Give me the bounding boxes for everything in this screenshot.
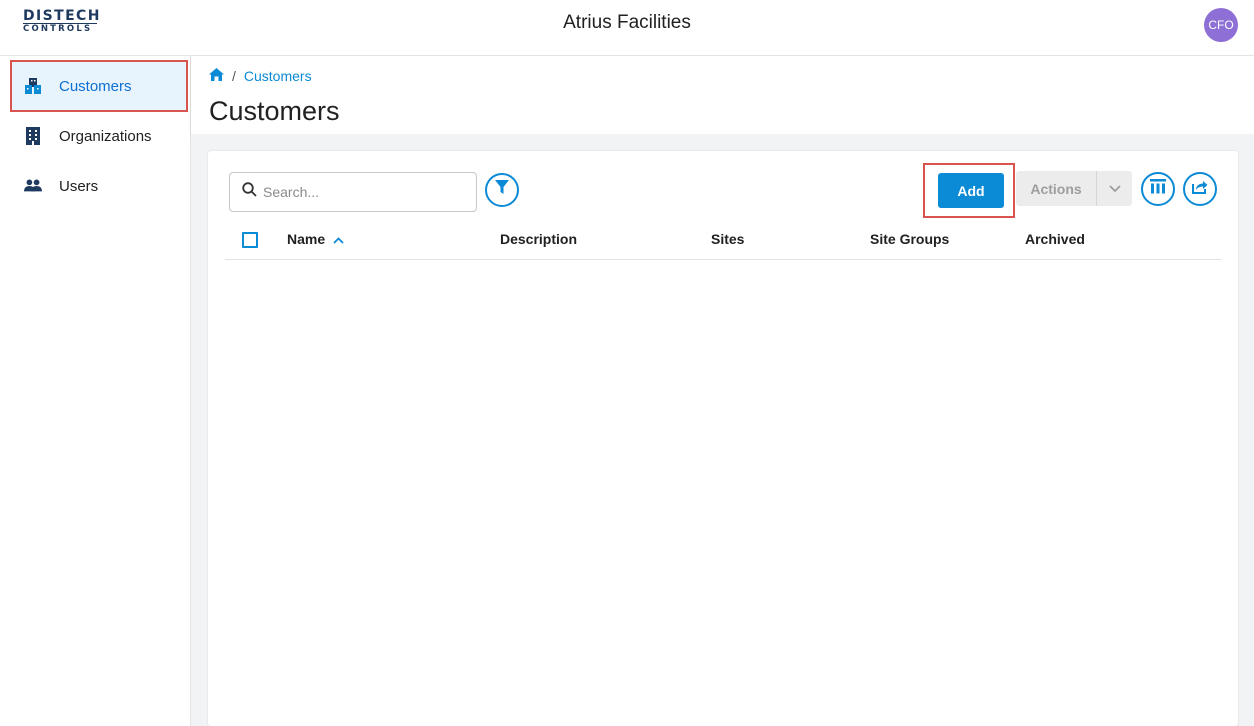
search-icon <box>242 182 257 202</box>
sidebar: Customers Organizations Users <box>0 56 191 726</box>
app-title: Atrius Facilities <box>563 12 691 33</box>
filter-icon <box>495 180 509 200</box>
breadcrumb: / Customers <box>209 68 312 84</box>
customers-icon <box>24 77 42 95</box>
column-sites-header[interactable]: Sites <box>711 231 744 247</box>
sort-ascending-icon <box>333 231 344 247</box>
add-button[interactable]: Add <box>938 173 1004 208</box>
add-button-highlight: Add <box>923 163 1015 218</box>
column-site-groups-header[interactable]: Site Groups <box>870 231 949 247</box>
breadcrumb-separator: / <box>232 68 236 84</box>
column-header-label: Name <box>287 231 326 247</box>
table-header: Name Description Sites Site Groups Archi… <box>225 223 1222 260</box>
page-title: Customers <box>209 96 340 126</box>
export-icon <box>1192 179 1208 199</box>
export-button[interactable] <box>1183 172 1217 206</box>
breadcrumb-current[interactable]: Customers <box>244 68 312 84</box>
sidebar-item-label: Customers <box>59 77 132 95</box>
sidebar-item-customers[interactable]: Customers <box>10 60 188 112</box>
top-bar: DISTECH CONTROLS Atrius Facilities CFO <box>0 0 1254 56</box>
user-avatar[interactable]: CFO <box>1204 8 1238 42</box>
chevron-down-icon[interactable] <box>1097 184 1132 193</box>
sidebar-item-label: Users <box>59 177 99 195</box>
column-archived-header[interactable]: Archived <box>1025 231 1085 247</box>
column-description-header[interactable]: Description <box>500 231 577 247</box>
search-input[interactable] <box>263 184 463 200</box>
search-box[interactable] <box>229 172 477 212</box>
home-icon[interactable] <box>209 68 224 84</box>
actions-dropdown[interactable]: Actions <box>1016 171 1132 206</box>
sidebar-item-users[interactable]: Users <box>10 160 188 212</box>
column-name-header[interactable]: Name <box>287 231 344 247</box>
columns-icon <box>1150 179 1166 199</box>
sidebar-item-label: Organizations <box>59 127 152 145</box>
actions-label: Actions <box>1030 180 1082 197</box>
select-all-checkbox[interactable] <box>242 232 258 248</box>
page-header: / Customers Customers <box>191 56 1254 134</box>
users-icon <box>24 177 42 195</box>
columns-button[interactable] <box>1141 172 1175 206</box>
filter-button[interactable] <box>485 173 519 207</box>
building-icon <box>24 127 42 145</box>
sidebar-item-organizations[interactable]: Organizations <box>10 110 188 162</box>
customers-card: Add Actions <box>208 151 1238 726</box>
